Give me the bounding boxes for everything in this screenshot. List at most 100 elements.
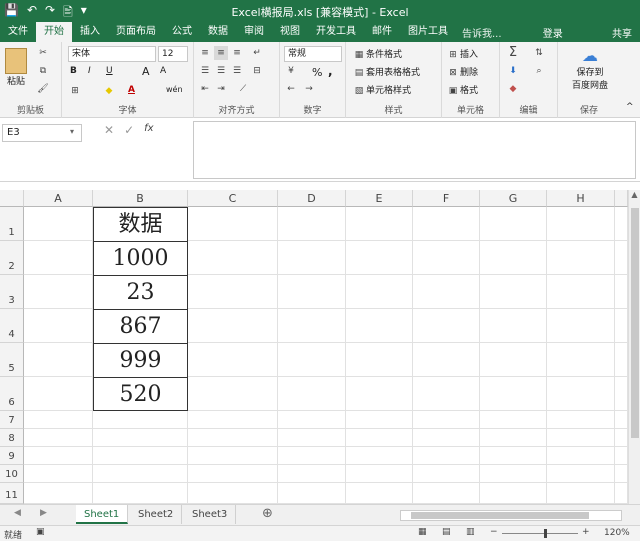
increase-decimal-icon[interactable]: ← <box>284 82 298 96</box>
grid-cell[interactable] <box>346 275 413 309</box>
grid-cell[interactable] <box>413 309 480 343</box>
grid-cell[interactable] <box>278 465 346 483</box>
grid-cell[interactable] <box>346 429 413 447</box>
percent-button[interactable]: % <box>312 66 322 79</box>
align-bottom-icon[interactable]: ≡ <box>230 46 244 60</box>
column-header-g[interactable]: G <box>480 190 547 207</box>
zoom-in-icon[interactable]: + <box>582 527 590 537</box>
row-header-11[interactable]: 11 <box>0 483 24 504</box>
grid-cell[interactable] <box>24 447 93 465</box>
tab-developer[interactable]: 开发工具 <box>308 22 364 42</box>
grid-cell[interactable] <box>346 343 413 377</box>
zoom-level[interactable]: 120% <box>604 528 630 538</box>
grid-cell[interactable] <box>278 241 346 275</box>
align-middle-icon[interactable]: ≡ <box>214 46 228 60</box>
row-header-6[interactable]: 6 <box>0 377 24 411</box>
row-header-2[interactable]: 2 <box>0 241 24 275</box>
align-right-icon[interactable]: ☰ <box>230 64 244 78</box>
grid-cell[interactable] <box>24 309 93 343</box>
grid-cell[interactable] <box>93 429 188 447</box>
grid-cell[interactable] <box>480 275 547 309</box>
decrease-decimal-icon[interactable]: → <box>302 82 316 96</box>
number-format-select[interactable]: 常规 <box>284 46 342 62</box>
insert-function-button[interactable]: fx <box>144 123 153 137</box>
column-header-c[interactable]: C <box>188 190 278 207</box>
add-sheet-icon[interactable]: ⊕ <box>262 506 273 521</box>
font-name-select[interactable]: 宋体 <box>68 46 156 62</box>
grid-cell[interactable] <box>278 309 346 343</box>
phonetic-button[interactable]: wén <box>166 85 183 94</box>
font-size-select[interactable]: 12 <box>158 46 188 62</box>
select-all-corner[interactable] <box>0 190 24 207</box>
grid-cell[interactable] <box>615 377 628 411</box>
grid-cell[interactable] <box>547 429 615 447</box>
grid-cell[interactable] <box>547 275 615 309</box>
find-select-icon[interactable]: ⌕ <box>532 64 546 78</box>
grid-cell[interactable] <box>24 377 93 411</box>
sheet-tab-1[interactable]: Sheet1 <box>76 505 129 524</box>
align-top-icon[interactable]: ≡ <box>198 46 212 60</box>
column-header-f[interactable]: F <box>413 190 480 207</box>
cell-b5[interactable]: 999 <box>93 343 188 378</box>
sheet-next-icon[interactable]: ▶ <box>40 508 47 518</box>
decrease-indent-icon[interactable]: ⇤ <box>198 82 212 96</box>
cell-b1[interactable]: 数据 <box>93 207 188 242</box>
tab-home[interactable]: 开始 <box>36 22 72 42</box>
grid-cell[interactable] <box>480 429 547 447</box>
row-header-7[interactable]: 7 <box>0 411 24 429</box>
grid-cell[interactable] <box>346 207 413 241</box>
grid-cell[interactable] <box>413 411 480 429</box>
insert-cells-button[interactable]: ⊞ 插入 <box>446 47 478 62</box>
format-cells-button[interactable]: ▣ 格式 <box>446 83 478 98</box>
cell-b3[interactable]: 23 <box>93 275 188 310</box>
grid-cell[interactable] <box>346 309 413 343</box>
tab-file[interactable]: 文件 <box>0 22 36 42</box>
grid-cell[interactable] <box>413 207 480 241</box>
name-box-dropdown-icon[interactable]: ▾ <box>70 127 74 136</box>
underline-button[interactable]: U <box>106 66 113 76</box>
row-header-5[interactable]: 5 <box>0 343 24 377</box>
horizontal-scrollbar[interactable] <box>400 510 622 521</box>
grid-cell[interactable] <box>480 241 547 275</box>
tell-me-search[interactable]: 告诉我... <box>462 25 502 40</box>
row-header-8[interactable]: 8 <box>0 429 24 447</box>
format-painter-icon[interactable]: 🖌 <box>36 82 50 96</box>
shrink-font-button[interactable]: A <box>160 66 166 76</box>
collapse-ribbon-icon[interactable]: ^ <box>626 102 634 112</box>
cell-b6[interactable]: 520 <box>93 377 188 411</box>
orientation-icon[interactable]: ⟋ <box>236 82 250 96</box>
grid-cell[interactable] <box>346 465 413 483</box>
grid-cell[interactable] <box>346 483 413 504</box>
zoom-slider[interactable] <box>502 533 578 534</box>
comma-button[interactable]: , <box>328 64 333 78</box>
grid-cell[interactable] <box>615 275 628 309</box>
grid-cell[interactable] <box>615 343 628 377</box>
grid-cell[interactable] <box>188 411 278 429</box>
fill-icon[interactable]: ⬇ <box>506 64 520 78</box>
grid-cell[interactable] <box>93 483 188 504</box>
sheet-tab-3[interactable]: Sheet3 <box>184 505 237 524</box>
grid-cell[interactable] <box>547 309 615 343</box>
save-to-baidu-button[interactable]: ☁ 保存到 百度网盘 <box>564 46 616 91</box>
tab-insert[interactable]: 插入 <box>72 22 108 42</box>
grid-cell[interactable] <box>480 465 547 483</box>
align-center-icon[interactable]: ☰ <box>214 64 228 78</box>
border-icon[interactable]: ⊞ <box>68 84 82 98</box>
grid-cell[interactable] <box>413 429 480 447</box>
delete-cells-button[interactable]: ⊠ 删除 <box>446 65 478 80</box>
grid-cell[interactable] <box>24 465 93 483</box>
tab-page-layout[interactable]: 页面布局 <box>108 22 164 42</box>
grid-cell[interactable] <box>188 309 278 343</box>
grid-cell[interactable] <box>480 343 547 377</box>
bold-button[interactable]: B <box>70 66 77 76</box>
grid-cell[interactable] <box>93 447 188 465</box>
enter-icon[interactable]: ✓ <box>124 123 134 137</box>
column-header-d[interactable]: D <box>278 190 346 207</box>
row-header-9[interactable]: 9 <box>0 447 24 465</box>
cell-styles-button[interactable]: ▧ 单元格样式 <box>352 83 411 98</box>
grid-cell[interactable] <box>278 483 346 504</box>
grid-cell[interactable] <box>547 343 615 377</box>
scroll-up-icon[interactable]: ▲ <box>629 190 640 199</box>
format-as-table-button[interactable]: ▤ 套用表格格式 <box>352 65 420 80</box>
column-header-b[interactable]: B <box>93 190 188 207</box>
